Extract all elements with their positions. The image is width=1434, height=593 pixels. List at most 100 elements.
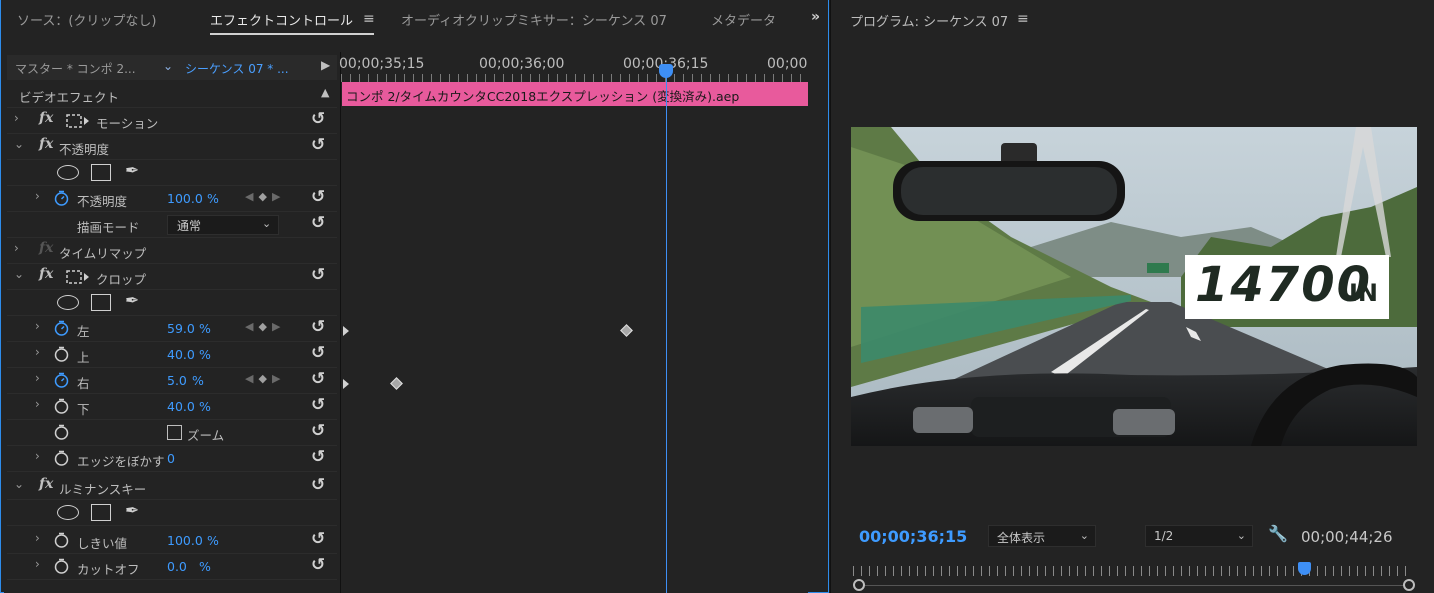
chevron-down-icon[interactable]: ⌄: [163, 59, 173, 73]
expand-chevron-icon[interactable]: ›: [35, 345, 40, 359]
collapse-arrow-icon[interactable]: ▲: [321, 86, 329, 99]
pen-mask-icon[interactable]: ✒: [125, 291, 139, 311]
keyframe-diamond[interactable]: [620, 324, 633, 337]
reset-icon[interactable]: ↺: [311, 555, 325, 575]
property-value[interactable]: 5.0: [167, 373, 187, 388]
play-only-arrow-icon[interactable]: ▶: [321, 58, 330, 72]
reset-icon[interactable]: ↺: [311, 343, 325, 363]
effect-name: クロップ: [96, 272, 147, 287]
keyframe-edge-marker[interactable]: [343, 379, 349, 389]
stopwatch-icon[interactable]: [54, 372, 69, 388]
zoom-level-select[interactable]: 全体表示 ⌄: [988, 525, 1096, 547]
time-ruler[interactable]: [341, 74, 809, 82]
playhead-line[interactable]: [666, 68, 667, 593]
reset-icon[interactable]: ↺: [311, 369, 325, 389]
transform-icon[interactable]: [65, 113, 91, 132]
in-point-handle[interactable]: [853, 579, 865, 591]
reset-icon[interactable]: ↺: [311, 421, 325, 441]
expand-chevron-icon[interactable]: ›: [35, 449, 40, 463]
master-clip-label[interactable]: マスター * コンポ 2...: [15, 60, 136, 77]
property-value[interactable]: 40.0: [167, 347, 195, 362]
stopwatch-icon[interactable]: [54, 398, 69, 414]
stopwatch-icon[interactable]: [54, 558, 69, 574]
property-value[interactable]: 0: [167, 451, 175, 466]
wrench-icon[interactable]: 🔧: [1268, 524, 1288, 543]
expand-chevron-icon[interactable]: ›: [35, 397, 40, 411]
rectangle-mask-icon[interactable]: [91, 164, 111, 181]
stopwatch-icon[interactable]: [54, 532, 69, 548]
tab-audio-clip-mixer[interactable]: オーディオクリップミキサー：シーケンス 07: [401, 10, 667, 29]
expand-chevron-icon[interactable]: ›: [14, 241, 19, 255]
expand-chevron-icon[interactable]: ⌄: [14, 137, 24, 151]
reset-icon[interactable]: ↺: [311, 529, 325, 549]
effect-timeline[interactable]: 00;00;35;15 00;00;36;00 00;00;36;15 00;0…: [339, 52, 809, 593]
stopwatch-icon[interactable]: [54, 346, 69, 362]
mini-timeline-track[interactable]: [859, 585, 1411, 586]
zoom-checkbox[interactable]: [167, 425, 182, 440]
out-point-handle[interactable]: [1403, 579, 1415, 591]
expand-chevron-icon[interactable]: ›: [14, 111, 19, 125]
property-value[interactable]: 100.0: [167, 191, 203, 206]
rectangle-mask-icon[interactable]: [91, 294, 111, 311]
fx-toggle-icon[interactable]: fx: [39, 136, 53, 152]
keyframe-edge-marker[interactable]: [343, 326, 349, 336]
keyframe-navigator[interactable]: ◀◆▶: [245, 372, 285, 385]
ellipse-mask-icon[interactable]: [57, 165, 79, 180]
stopwatch-icon[interactable]: [54, 190, 69, 206]
expand-chevron-icon[interactable]: ⌄: [14, 477, 24, 491]
reset-icon[interactable]: ↺: [311, 265, 325, 285]
expand-chevron-icon[interactable]: ›: [35, 189, 40, 203]
reset-icon[interactable]: ↺: [311, 109, 325, 129]
rectangle-mask-icon[interactable]: [91, 504, 111, 521]
fx-toggle-icon[interactable]: fx: [39, 266, 53, 282]
property-value[interactable]: 59.0: [167, 321, 195, 336]
sequence-clip-label[interactable]: シーケンス 07 * ...: [185, 60, 289, 77]
expand-chevron-icon[interactable]: ›: [35, 557, 40, 571]
property-name: 下: [77, 402, 90, 417]
expand-chevron-icon[interactable]: ⌄: [14, 267, 24, 281]
menu-icon[interactable]: ≡: [363, 11, 375, 27]
playhead-timecode[interactable]: 00;00;36;15: [859, 527, 967, 546]
reset-icon[interactable]: ↺: [311, 213, 325, 233]
playhead-handle[interactable]: [659, 64, 673, 78]
transform-icon[interactable]: [65, 269, 91, 288]
property-value[interactable]: 40.0: [167, 399, 195, 414]
stopwatch-icon[interactable]: [54, 320, 69, 336]
fx-toggle-icon[interactable]: fx: [39, 110, 53, 126]
fx-toggle-icon[interactable]: fx: [39, 476, 53, 492]
mini-time-ruler[interactable]: [853, 566, 1413, 576]
ellipse-mask-icon[interactable]: [57, 505, 79, 520]
playback-resolution-select[interactable]: 1/2 ⌄: [1145, 525, 1253, 547]
property-value[interactable]: 0.0: [167, 559, 187, 574]
tab-source[interactable]: ソース：(クリップなし): [17, 10, 157, 29]
ellipse-mask-icon[interactable]: [57, 295, 79, 310]
reset-icon[interactable]: ↺: [311, 317, 325, 337]
keyframe-navigator[interactable]: ◀◆▶: [245, 320, 285, 333]
tab-metadata[interactable]: メタデータ: [711, 10, 776, 29]
menu-icon[interactable]: ≡: [1017, 11, 1029, 27]
expand-chevron-icon[interactable]: ›: [35, 531, 40, 545]
clip-bar[interactable]: コンポ 2/タイムカウンタCC2018エクスプレッション (変換済み).aep: [342, 82, 808, 106]
reset-icon[interactable]: ↺: [311, 187, 325, 207]
tab-effect-controls[interactable]: エフェクトコントロール: [210, 10, 353, 29]
expand-chevron-icon[interactable]: ›: [35, 371, 40, 385]
pen-mask-icon[interactable]: ✒: [125, 501, 139, 521]
stopwatch-icon[interactable]: [54, 424, 69, 440]
stopwatch-icon[interactable]: [54, 450, 69, 466]
pen-mask-icon[interactable]: ✒: [125, 161, 139, 181]
effect-controls-panel: ソース：(クリップなし) エフェクトコントロール ≡ オーディオクリップミキサー…: [0, 0, 829, 593]
property-unit: %: [199, 347, 211, 362]
panel-overflow-icon[interactable]: »: [811, 9, 820, 25]
program-monitor-title[interactable]: プログラム: シーケンス 07: [850, 11, 1008, 30]
property-value[interactable]: 100.0: [167, 533, 203, 548]
reset-icon[interactable]: ↺: [311, 135, 325, 155]
mini-playhead[interactable]: [1298, 562, 1311, 575]
blend-mode-select[interactable]: 通常 ⌄: [167, 215, 279, 235]
expand-chevron-icon[interactable]: ›: [35, 319, 40, 333]
keyframe-navigator[interactable]: ◀◆▶: [245, 190, 285, 203]
reset-icon[interactable]: ↺: [311, 475, 325, 495]
reset-icon[interactable]: ↺: [311, 395, 325, 415]
reset-icon[interactable]: ↺: [311, 447, 325, 467]
program-video-frame[interactable]: 14700 IN: [851, 127, 1417, 446]
keyframe-diamond[interactable]: [390, 377, 403, 390]
